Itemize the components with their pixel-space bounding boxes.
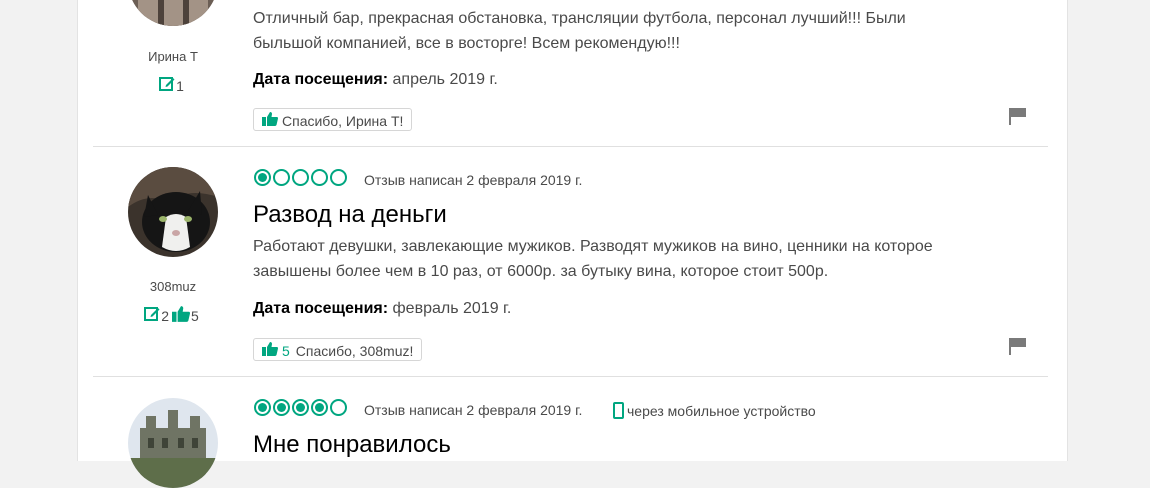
thumbs-up-icon <box>262 340 278 363</box>
mobile-indicator: через мобильное устройство <box>613 402 816 422</box>
thumbs-up-icon <box>262 110 278 133</box>
review-count-icon <box>159 76 175 95</box>
reviewer-username[interactable]: Ирина Т <box>113 49 233 64</box>
flag-icon[interactable] <box>1008 107 1028 125</box>
reviews-card <box>77 0 1068 461</box>
visit-date-value: февраль 2019 г. <box>392 300 512 317</box>
rating-bubble <box>254 169 271 187</box>
rating-bubble <box>254 399 271 417</box>
rating-bubble <box>311 169 328 187</box>
reviewer-avatar[interactable] <box>128 398 218 488</box>
rating-bubble <box>311 399 328 417</box>
mobile-label: через мобильное устройство <box>627 403 816 419</box>
thanks-button[interactable]: Спасибо, Ирина Т! <box>253 108 413 133</box>
review-text: Работают девушки, завлекающие мужиков. Р… <box>253 238 933 280</box>
rating-bubble <box>273 169 290 187</box>
thanks-label: Спасибо, 308muz! <box>295 342 414 359</box>
flag-icon[interactable] <box>1008 337 1028 355</box>
thanks-count: 5 <box>282 342 290 359</box>
review-divider <box>93 146 1048 147</box>
visit-date-value: апрель 2019 г. <box>392 71 498 88</box>
rating-bubble <box>292 169 309 187</box>
visit-date-label: Дата посещения: <box>253 300 389 317</box>
reviewer-avatar[interactable] <box>128 167 218 257</box>
review-date: Отзыв написан 2 февраля 2019 г. <box>364 402 583 418</box>
review-text: Отличный бар, прекрасная обстановка, тра… <box>253 10 906 52</box>
helpful-count: 5 <box>191 307 199 324</box>
review-count-icon <box>144 306 160 325</box>
reviewer-username[interactable]: 308muz <box>113 279 233 294</box>
rating-bubble <box>273 399 290 417</box>
rating-bubble <box>292 399 309 417</box>
review-count: 2 <box>161 307 169 324</box>
thanks-label: Спасибо, Ирина Т! <box>282 112 404 129</box>
review-divider <box>93 376 1048 377</box>
visit-date: Дата посещения: апрель 2019 г. <box>253 71 498 89</box>
review-title[interactable]: Развод на деньги <box>253 201 447 229</box>
rating-bubble <box>330 399 347 417</box>
mobile-phone-icon <box>613 402 624 422</box>
reviewer-contributions: 2 5 <box>113 306 233 325</box>
review-title[interactable]: Мне понравилось <box>253 431 451 459</box>
visit-date-label: Дата посещения: <box>253 71 389 88</box>
helpful-votes-icon <box>172 306 190 325</box>
thanks-button[interactable]: 5 Спасибо, 308muz! <box>253 338 423 363</box>
reviewer-contributions: 1 <box>113 76 233 95</box>
visit-date: Дата посещения: февраль 2019 г. <box>253 300 511 318</box>
rating-bubble <box>330 169 347 187</box>
bubble-rating <box>254 399 349 421</box>
review-date: Отзыв написан 2 февраля 2019 г. <box>364 172 583 188</box>
review-count: 1 <box>176 77 184 94</box>
bubble-rating <box>254 169 349 191</box>
